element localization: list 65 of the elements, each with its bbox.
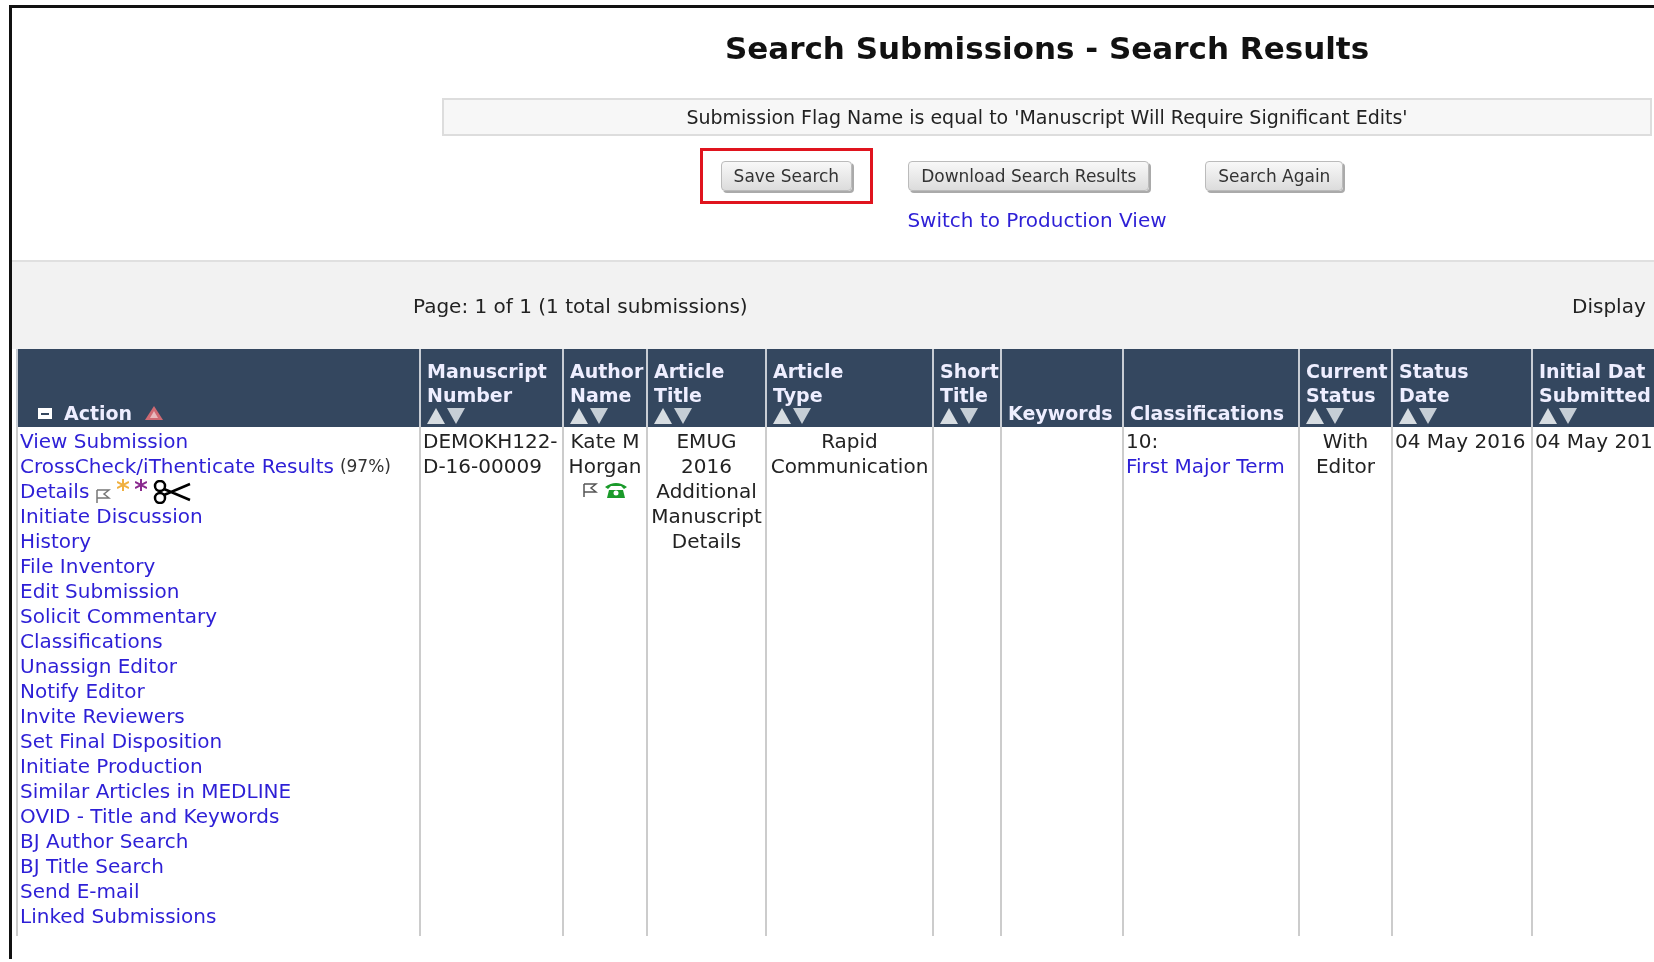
table-cell-text: 10: bbox=[1126, 429, 1160, 454]
sort-arrows-icon[interactable] bbox=[1539, 407, 1577, 425]
sort-arrows-icon[interactable] bbox=[654, 407, 692, 425]
page-title: Search Submissions - Search Results bbox=[724, 30, 1370, 66]
action-link[interactable]: Classifications bbox=[20, 629, 163, 654]
similarity-score: (97%) bbox=[339, 455, 391, 478]
action-link[interactable]: Solicit Commentary bbox=[20, 604, 218, 629]
asterisk-icon bbox=[135, 479, 148, 491]
action-link[interactable]: OVID - Title and Keywords bbox=[20, 804, 280, 829]
table-cell: Rapid Communication bbox=[770, 429, 929, 478]
action-link[interactable]: Details bbox=[20, 479, 90, 504]
action-button[interactable]: Save Search bbox=[720, 161, 853, 191]
search-criteria: Submission Flag Name is equal to 'Manuscript Will Require Significant Edits' bbox=[442, 98, 1652, 136]
action-link[interactable]: BJ Title Search bbox=[20, 854, 164, 879]
action-link[interactable]: BJ Author Search bbox=[20, 829, 189, 854]
action-link[interactable]: Linked Submissions bbox=[20, 904, 217, 929]
collapse-icon[interactable] bbox=[38, 406, 52, 420]
action-link[interactable]: Initiate Discussion bbox=[20, 504, 203, 529]
column-header[interactable]: Status Date bbox=[1392, 349, 1532, 427]
action-link[interactable]: File Inventory bbox=[20, 554, 156, 579]
flag-icon[interactable] bbox=[582, 482, 598, 498]
view-link[interactable]: Switch to Production View bbox=[907, 208, 1167, 232]
column-header[interactable]: Short Title bbox=[933, 349, 1001, 427]
table-cell: 04 May 201 bbox=[1535, 429, 1653, 453]
action-link[interactable]: Unassign Editor bbox=[20, 654, 177, 679]
action-link[interactable]: CrossCheck/iThenticate Results bbox=[20, 454, 334, 479]
column-header[interactable]: Author Name bbox=[563, 349, 647, 427]
scissors-icon[interactable] bbox=[153, 480, 192, 504]
sort-arrows-icon[interactable] bbox=[940, 407, 978, 425]
column-header[interactable]: Article Type bbox=[766, 349, 933, 427]
action-button[interactable]: Search Again bbox=[1205, 161, 1344, 191]
sort-arrows-icon[interactable] bbox=[773, 407, 811, 425]
action-link[interactable]: Send E-mail bbox=[20, 879, 140, 904]
column-header[interactable]: Current Status bbox=[1299, 349, 1392, 427]
table-cell: EMUG 2016 Additional Manuscript Details bbox=[651, 429, 762, 553]
phone-icon[interactable] bbox=[604, 481, 628, 499]
classification-link[interactable]: First Major Term bbox=[1126, 454, 1285, 478]
column-header[interactable]: Classifications bbox=[1123, 349, 1299, 427]
column-header[interactable]: Initial Dat Submitted bbox=[1532, 349, 1654, 427]
action-link[interactable]: Edit Submission bbox=[20, 579, 180, 604]
column-header[interactable]: Article Title bbox=[647, 349, 766, 427]
sort-arrows-icon[interactable] bbox=[427, 407, 465, 425]
action-link[interactable]: View Submission bbox=[20, 429, 189, 454]
column-header[interactable]: Manuscript Number bbox=[420, 349, 563, 427]
sort-arrows-icon[interactable] bbox=[1399, 407, 1437, 425]
table-cell: DEMOKH122-D-16-00009 bbox=[423, 429, 558, 478]
column-header[interactable]: Action bbox=[17, 349, 420, 427]
action-link[interactable]: Similar Articles in MEDLINE bbox=[20, 779, 292, 804]
table-cell: 04 May 2016 bbox=[1395, 429, 1526, 453]
action-link[interactable]: Set Final Disposition bbox=[20, 729, 223, 754]
table-cell-text: Kate M Horgan bbox=[567, 429, 643, 479]
display-label: Display bbox=[1572, 293, 1646, 318]
action-link[interactable]: Invite Reviewers bbox=[20, 704, 185, 729]
asterisk-icon bbox=[117, 479, 130, 491]
page-info: Page: 1 of 1 (1 total submissions) bbox=[413, 293, 748, 318]
flag-icon[interactable] bbox=[95, 488, 112, 504]
action-link[interactable]: History bbox=[20, 529, 92, 554]
table-cell: With Editor bbox=[1315, 429, 1376, 478]
sort-arrows-icon[interactable] bbox=[570, 407, 608, 425]
action-link[interactable]: Initiate Production bbox=[20, 754, 203, 779]
column-header[interactable]: Keywords bbox=[1001, 349, 1123, 427]
sort-up-icon[interactable] bbox=[144, 405, 165, 421]
action-button[interactable]: Download Search Results bbox=[908, 161, 1150, 191]
sort-arrows-icon[interactable] bbox=[1306, 407, 1344, 425]
action-link[interactable]: Notify Editor bbox=[20, 679, 145, 704]
